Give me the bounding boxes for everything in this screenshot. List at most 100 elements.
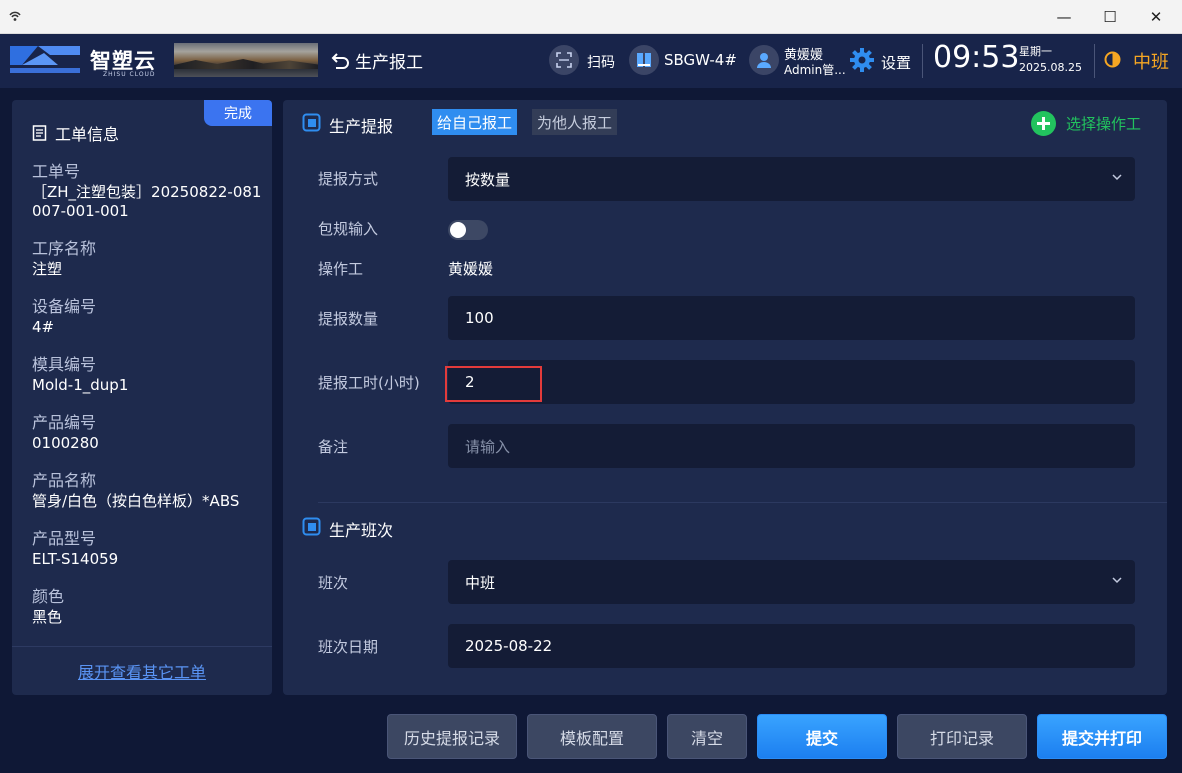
scan-button[interactable] bbox=[549, 45, 579, 75]
tab-report-self[interactable]: 给自己报工 bbox=[432, 109, 518, 135]
info-device-no: 设备编号 4# bbox=[32, 296, 262, 337]
info-value: 4# bbox=[32, 318, 55, 336]
half-moon-icon bbox=[1104, 51, 1121, 68]
submit-and-print-button[interactable]: 提交并打印 bbox=[1037, 714, 1167, 759]
shift-date-value: 2025-08-22 bbox=[465, 637, 553, 655]
info-label: 产品编号 bbox=[32, 413, 97, 432]
scan-label[interactable]: 扫码 bbox=[587, 52, 615, 72]
device-button[interactable] bbox=[629, 45, 659, 75]
label-package-input: 包规输入 bbox=[318, 220, 379, 238]
settings-label[interactable]: 设置 bbox=[881, 52, 911, 73]
toggle-knob bbox=[450, 222, 466, 238]
status-badge: 完成 bbox=[204, 100, 272, 126]
info-value: ［ZH_注塑包装］20250822-081007-001-001 bbox=[32, 183, 262, 220]
back-arrow-icon[interactable] bbox=[330, 50, 350, 70]
app-icon bbox=[9, 11, 21, 21]
tab-report-others[interactable]: 为他人报工 bbox=[532, 109, 618, 135]
highlight-box bbox=[445, 366, 542, 402]
report-quantity-value: 100 bbox=[465, 309, 494, 327]
template-config-button[interactable]: 模板配置 bbox=[527, 714, 657, 759]
info-value: 0100280 bbox=[32, 434, 99, 452]
header-divider bbox=[1094, 44, 1095, 78]
info-value: 注塑 bbox=[32, 260, 63, 278]
gear-icon[interactable] bbox=[849, 47, 875, 73]
shift-date-input[interactable]: 2025-08-22 bbox=[448, 624, 1135, 668]
device-icon bbox=[637, 53, 651, 67]
section-title-report: 生产提报 bbox=[329, 117, 394, 136]
chevron-down-icon bbox=[1112, 174, 1122, 181]
info-product-model: 产品型号 ELT-S14059 bbox=[32, 528, 262, 569]
info-label: 产品型号 bbox=[32, 529, 97, 548]
weekday: 星期一 bbox=[1019, 45, 1052, 58]
info-process-name: 工序名称 注塑 bbox=[32, 238, 262, 279]
info-label: 模具编号 bbox=[32, 355, 97, 374]
close-button[interactable]: ✕ bbox=[1133, 0, 1179, 34]
current-date: 2025.08.25 bbox=[1019, 61, 1082, 74]
label-shift: 班次 bbox=[318, 574, 349, 592]
info-product-name: 产品名称 管身/白色（按白色样板）*ABS bbox=[32, 470, 262, 511]
clear-button[interactable]: 清空 bbox=[667, 714, 747, 759]
info-value: Mold-1_dup1 bbox=[32, 376, 129, 394]
info-label: 产品名称 bbox=[32, 471, 97, 490]
scan-icon bbox=[556, 52, 572, 68]
expand-other-orders-link[interactable]: 展开查看其它工单 bbox=[78, 659, 206, 683]
info-label: 颜色 bbox=[32, 587, 65, 606]
document-icon bbox=[32, 125, 47, 141]
user-avatar[interactable] bbox=[749, 45, 779, 75]
section-title-shift: 生产班次 bbox=[329, 521, 394, 540]
print-records-button[interactable]: 打印记录 bbox=[897, 714, 1027, 759]
label-report-hours: 提报工时(小时) bbox=[318, 374, 420, 392]
panel-header: 工单信息 bbox=[32, 121, 119, 145]
submit-button[interactable]: 提交 bbox=[757, 714, 887, 759]
info-product-no: 产品编号 0100280 bbox=[32, 412, 262, 453]
section-icon bbox=[302, 113, 321, 132]
info-label: 工序名称 bbox=[32, 239, 97, 258]
info-label: 工单号 bbox=[32, 162, 81, 181]
shift-value: 中班 bbox=[465, 573, 496, 592]
report-method-select[interactable]: 按数量 bbox=[448, 157, 1135, 201]
logo-icon bbox=[10, 46, 80, 73]
info-value: 黑色 bbox=[32, 608, 63, 626]
info-value: 管身/白色（按白色样板）*ABS bbox=[32, 492, 240, 510]
section-icon bbox=[302, 517, 321, 536]
label-report-quantity: 提报数量 bbox=[318, 310, 379, 328]
logo-subtext: ZHISU CLOUD bbox=[103, 71, 156, 78]
info-label: 设备编号 bbox=[32, 297, 97, 316]
current-shift[interactable]: 中班 bbox=[1133, 48, 1169, 74]
info-mold-no: 模具编号 Mold-1_dup1 bbox=[32, 354, 262, 395]
info-color: 颜色 黑色 bbox=[32, 586, 262, 627]
select-operator-button[interactable]: 选择操作工 bbox=[1031, 111, 1141, 136]
history-records-button[interactable]: 历史提报记录 bbox=[387, 714, 517, 759]
device-label[interactable]: SBGW-4# bbox=[664, 51, 737, 69]
user-role: Admin管... bbox=[784, 63, 846, 77]
label-operator: 操作工 bbox=[318, 260, 364, 278]
panel-title: 工单信息 bbox=[55, 125, 120, 144]
maximize-button[interactable]: ☐ bbox=[1087, 0, 1133, 34]
left-panel-footer: 展开查看其它工单 bbox=[12, 646, 272, 695]
report-method-value: 按数量 bbox=[465, 170, 511, 189]
report-hours-input[interactable]: 2 bbox=[448, 360, 1135, 404]
minimize-button[interactable]: — bbox=[1041, 0, 1087, 34]
select-operator-label: 选择操作工 bbox=[1066, 115, 1142, 133]
info-value: ELT-S14059 bbox=[32, 550, 119, 568]
package-input-toggle[interactable] bbox=[448, 220, 488, 240]
operator-value: 黄媛媛 bbox=[448, 260, 494, 278]
app-header: 智塑云 ZHISU CLOUD 生产报工 扫码 SBGW-4# 黄媛媛 Admi… bbox=[0, 34, 1182, 88]
label-report-method: 提报方式 bbox=[318, 170, 379, 188]
report-panel: 生产提报 给自己报工 为他人报工 选择操作工 提报方式 按数量 包规输入 操作工… bbox=[283, 100, 1167, 695]
info-work-order-no: 工单号 ［ZH_注塑包装］20250822-081007-001-001 bbox=[32, 161, 262, 221]
remark-input[interactable]: 请输入 bbox=[448, 424, 1135, 468]
section-divider bbox=[318, 502, 1167, 503]
work-order-panel: 完成 工单信息 工单号 ［ZH_注塑包装］20250822-081007-001… bbox=[12, 100, 272, 695]
shift-select[interactable]: 中班 bbox=[448, 560, 1135, 604]
header-banner-image bbox=[174, 43, 318, 77]
user-icon bbox=[757, 53, 771, 68]
window-titlebar: — ☐ ✕ bbox=[0, 0, 1182, 34]
header-divider bbox=[922, 44, 923, 78]
clock-time: 09:53 bbox=[933, 40, 1020, 75]
info-list: 工单号 ［ZH_注塑包装］20250822-081007-001-001 工序名… bbox=[32, 161, 262, 646]
page-title: 生产报工 bbox=[355, 53, 423, 73]
plus-circle-icon bbox=[1031, 111, 1056, 136]
label-shift-date: 班次日期 bbox=[318, 638, 379, 656]
report-quantity-input[interactable]: 100 bbox=[448, 296, 1135, 340]
